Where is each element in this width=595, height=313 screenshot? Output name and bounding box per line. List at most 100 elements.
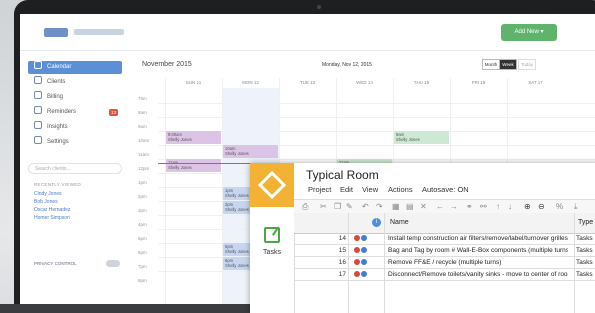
menu-edit[interactable]: Edit — [340, 185, 353, 194]
sidebar: Calendar Clients Billing Reminders 13 Ins… — [20, 51, 133, 304]
view-today-button[interactable]: Today — [518, 59, 536, 70]
table-row[interactable]: 14 Install temp construction air filters… — [294, 233, 595, 245]
grid-line — [158, 131, 595, 132]
arrow-right-icon[interactable]: → — [450, 201, 458, 213]
privacy-toggle[interactable] — [106, 260, 120, 267]
percent-icon[interactable]: % — [556, 201, 563, 213]
day-header: THU 15 — [413, 80, 430, 85]
recent-client[interactable]: Homer Simpson — [34, 215, 70, 221]
arrow-left-icon[interactable]: ← — [436, 201, 444, 213]
autosave-status[interactable]: Autosave: ON — [422, 185, 469, 194]
top-bar: Add New ▾ — [20, 14, 595, 51]
sidebar-item-reminders[interactable]: Reminders 13 — [28, 106, 122, 119]
day-header: MON 12 — [242, 80, 259, 85]
calendar-event[interactable]: 11amShelly Jones — [166, 159, 221, 172]
hour-label: 7am — [138, 96, 147, 101]
delete-icon[interactable]: ✕ — [420, 201, 427, 213]
table-row[interactable]: 17 Disconnect/Remove toilets/vanity sink… — [294, 269, 595, 281]
indent-icon[interactable]: ▤ — [406, 201, 414, 213]
hour-label: 10am — [138, 138, 150, 143]
hour-label: 8pm — [138, 278, 147, 283]
client-search-input[interactable]: Search clients... — [28, 163, 122, 174]
format-icon[interactable]: ✎ — [346, 201, 353, 213]
zoom-out-icon[interactable]: ⊖ — [538, 201, 545, 213]
hour-label: 8am — [138, 110, 147, 115]
cut-icon[interactable]: ✂ — [320, 201, 327, 213]
app-logo[interactable] — [44, 28, 68, 37]
side-panel: Tasks — [250, 213, 295, 313]
add-new-button[interactable]: Add New ▾ — [501, 24, 557, 41]
column-header-type[interactable]: Type — [578, 219, 593, 226]
app-logo-icon — [250, 163, 294, 207]
download-icon[interactable]: ⤓ — [574, 201, 578, 213]
hour-label: 4pm — [138, 222, 147, 227]
sidebar-item-insights[interactable]: Insights — [28, 121, 122, 134]
globe-icon — [361, 271, 367, 277]
camera-dot — [317, 5, 321, 9]
undo-icon[interactable]: ↶ — [362, 201, 369, 213]
column-header-name[interactable]: Name — [390, 219, 409, 226]
column-separator — [348, 213, 349, 313]
tasks-icon[interactable] — [264, 227, 280, 243]
grid-line — [158, 117, 595, 118]
clients-icon — [34, 76, 42, 84]
settings-icon — [34, 136, 42, 144]
status-flag-icon — [354, 271, 360, 277]
globe-icon — [361, 247, 367, 253]
status-flag-icon — [354, 235, 360, 241]
menu-view[interactable]: View — [362, 185, 378, 194]
calendar-icon — [34, 61, 42, 69]
table-row[interactable]: 15 Bag and Tag by room # Wall-E-Box comp… — [294, 245, 595, 257]
info-icon[interactable]: i — [372, 218, 381, 227]
sidebar-item-calendar[interactable]: Calendar — [28, 61, 122, 74]
sidebar-item-settings[interactable]: Settings — [28, 136, 122, 149]
move-up-icon[interactable]: ↑ — [496, 201, 500, 213]
day-header: SAT 17 — [528, 80, 543, 85]
hour-label: 7pm — [138, 264, 147, 269]
recently-viewed-title: RECENTLY VIEWED — [34, 182, 82, 187]
print-icon[interactable]: ⎙ — [302, 201, 308, 213]
insert-icon[interactable]: ▦ — [392, 201, 400, 213]
calendar-event[interactable]: 10am Shelly Jones — [223, 145, 278, 158]
tasks-label[interactable]: Tasks — [250, 249, 294, 256]
hour-label: 1pm — [138, 180, 147, 185]
hour-label: 2pm — [138, 194, 147, 199]
hour-label: 3pm — [138, 208, 147, 213]
privacy-control-label: PRIVACY CONTROL — [34, 261, 77, 266]
zoom-in-icon[interactable]: ⊕ — [524, 201, 531, 213]
reminders-icon — [34, 106, 42, 114]
window-title: Typical Room — [306, 168, 379, 182]
week-label: Monday, Nov 12, 2015 — [322, 62, 372, 68]
task-window: Typical Room Project Edit View Actions A… — [250, 163, 595, 313]
copy-icon[interactable]: ❐ — [334, 201, 341, 213]
calendar-event[interactable]: 9:00am Shelly Jones — [166, 131, 221, 144]
view-week-button[interactable]: Week — [499, 59, 517, 70]
redo-icon[interactable]: ↷ — [376, 201, 383, 213]
globe-icon — [361, 235, 367, 241]
billing-icon — [34, 91, 42, 99]
sidebar-item-billing[interactable]: Billing — [28, 91, 122, 104]
move-down-icon[interactable]: ↓ — [508, 201, 512, 213]
view-month-button[interactable]: Month — [482, 59, 500, 70]
hour-label: 12pm — [138, 166, 150, 171]
menu-project[interactable]: Project — [308, 185, 331, 194]
status-flag-icon — [354, 247, 360, 253]
day-header: SUN 11 — [185, 80, 202, 85]
day-header: WED 14 — [356, 80, 373, 85]
calendar-event[interactable]: 9am Shelly Jones — [394, 131, 449, 144]
hour-label: 9am — [138, 124, 147, 129]
recent-client[interactable]: Bob Jones — [34, 199, 58, 205]
recent-client[interactable]: Cindy Jones — [34, 191, 62, 197]
insights-icon — [34, 121, 42, 129]
recent-client[interactable]: Oscar Hernadez — [34, 207, 70, 213]
table-row[interactable]: 16 Remove FF&E / recycle (multiple turns… — [294, 257, 595, 269]
sidebar-item-clients[interactable]: Clients — [28, 76, 122, 89]
hour-label: 6pm — [138, 250, 147, 255]
link-icon[interactable]: ⚭ — [466, 201, 473, 213]
column-separator — [574, 213, 575, 313]
menu-actions[interactable]: Actions — [388, 185, 413, 194]
app-name-placeholder — [74, 29, 124, 35]
day-header: FRI 16 — [471, 80, 486, 85]
reminders-badge: 13 — [108, 109, 118, 116]
unlink-icon[interactable]: ⚯ — [480, 201, 487, 213]
